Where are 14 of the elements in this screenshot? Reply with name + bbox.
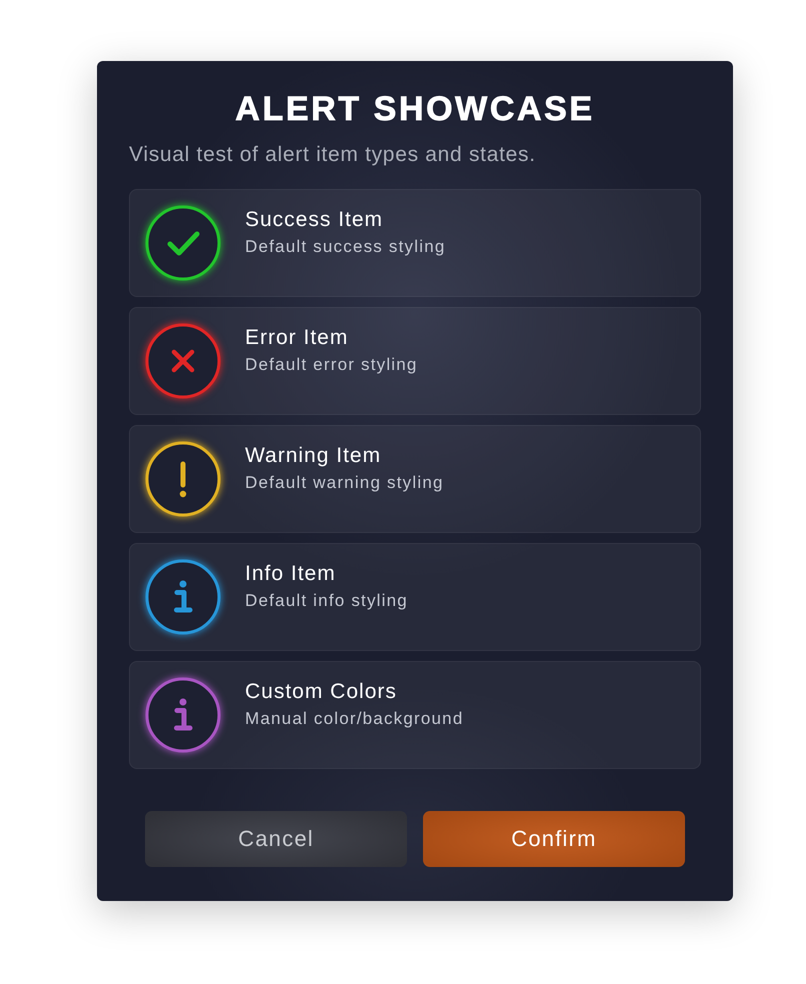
alert-title: Info Item <box>245 561 336 587</box>
alert-description: Default error styling <box>245 354 418 376</box>
alert-description: Manual color/background <box>245 708 464 730</box>
dialog-subtitle: Visual test of alert item types and states. <box>129 142 537 168</box>
alert-description: Default info styling <box>245 590 408 612</box>
alert-title: Warning Item <box>245 443 382 469</box>
alert-title: Error Item <box>245 325 348 351</box>
alert-description: Default success styling <box>245 236 446 258</box>
alert-description: Default warning styling <box>245 472 444 494</box>
alert-title: Custom Colors <box>245 679 397 705</box>
dialog-title: ALERT SHOWCASE <box>234 89 596 130</box>
cancel-button[interactable]: Cancel <box>145 811 407 867</box>
alert-title: Success Item <box>245 207 384 233</box>
confirm-button[interactable]: Confirm <box>423 811 685 867</box>
